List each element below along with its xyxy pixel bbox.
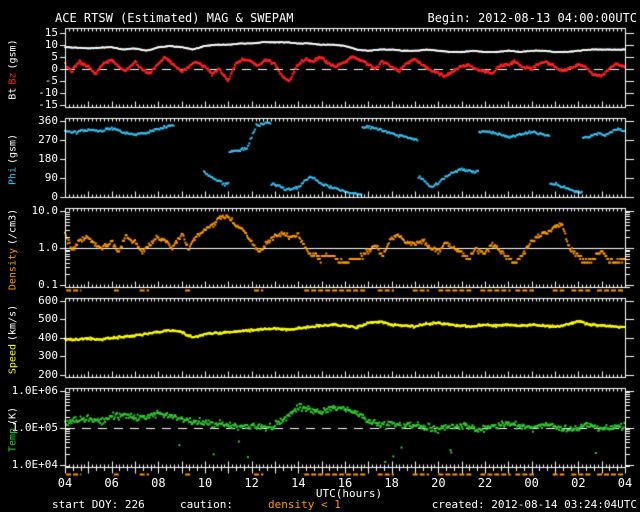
panel-ylabel-part: Speed [7,343,19,374]
panel-ylabel-part: (gsm) [7,133,19,164]
xtick-label-4: 12 [244,476,259,490]
xtick-label-7: 18 [384,476,399,490]
panel-ylabel-part: Density [7,247,19,290]
xtick-label-5: 14 [291,476,306,490]
xtick-label-6: 16 [337,476,353,490]
panel-ylabel-speed: Speed (km/s) [8,301,19,373]
xtick-label-11: 02 [571,476,586,490]
footer-start-doy: start DOY: 226 [52,498,145,511]
begin-timestamp: Begin: 2012-08-13 04:00:00UTC [427,11,637,25]
footer-created-timestamp: created: 2012-08-14 03:24:04UTC [431,498,637,511]
panel-ylabel-density: Density (/cm3) [8,205,19,289]
panel-ylabel-phi: Phi (gsm) [8,130,19,184]
xtick-label-10: 00 [524,476,539,490]
page-title: ACE RTSW (Estimated) MAG & SWEPAM [55,11,294,25]
panel-ylabel-mag: Bt Bz (gsm) [8,36,19,99]
ytick-label-phi-0: 0 [51,189,58,203]
xtick-label-2: 08 [151,476,166,490]
panel-ylabel-part: (km/s) [7,304,19,341]
ytick-label-temp-1.0E+06: 1.0E+06 [11,383,58,397]
panel-ylabel-part: Bt [7,87,19,100]
xtick-label-12: 04 [617,476,633,490]
panel-ylabel-part: Temp [7,427,19,452]
panel-ylabel-part: (K) [7,406,19,425]
panel-ylabel-part: Bz [7,72,19,85]
xtick-label-8: 20 [431,476,446,490]
panel-ylabel-part: (gsm) [7,38,19,70]
ytick-label-phi-360: 360 [38,113,58,127]
panel-ylabel-part: Phi [7,166,19,185]
xtick-label-3: 10 [197,476,213,490]
footer-caution-label: caution: [180,498,233,511]
plot-canvas [0,0,640,512]
ace-rtsw-plot: ACE RTSW (Estimated) MAG & SWEPAM Begin:… [0,0,640,512]
xtick-label-0: 04 [57,476,73,490]
footer-caution-value: density < 1 [268,498,341,511]
xtick-label-9: 22 [477,476,493,490]
ytick-label-temp-1.0E+04: 1.0E+04 [11,457,58,471]
panel-ylabel-temp: Temp (K) [8,403,19,451]
ytick-label-mag--15: -15 [38,98,58,112]
panel-ylabel-part: (/cm3) [7,208,19,245]
xtick-label-1: 06 [104,476,119,490]
